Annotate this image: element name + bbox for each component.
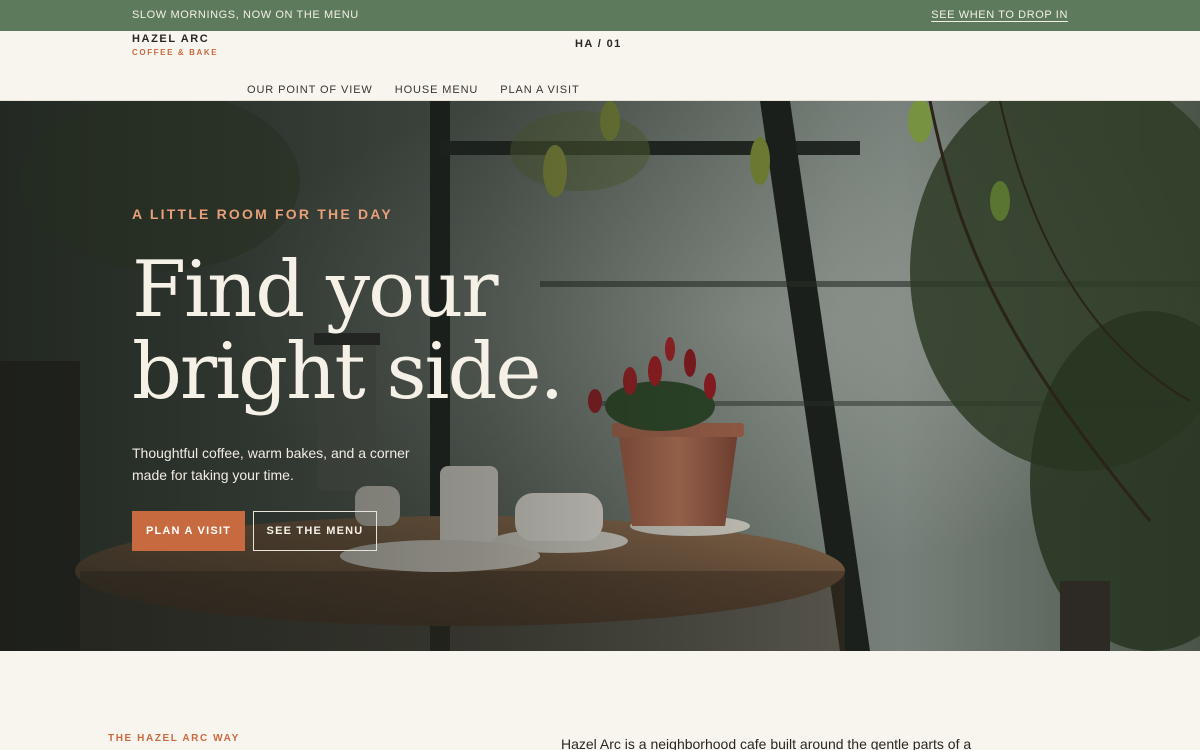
issue-label: HA / 01 — [575, 38, 622, 50]
hero-subtext: Thoughtful coffee, warm bakes, and a cor… — [132, 445, 410, 483]
announcement-message: SLOW MORNINGS, NOW ON THE MENU — [132, 9, 359, 21]
about-section: THE HAZEL ARC WAY Hazel Arc is a neighbo… — [0, 651, 1200, 750]
nav-item-house-menu[interactable]: HOUSE MENU — [395, 84, 479, 96]
nav-item-plan-a-visit[interactable]: PLAN A VISIT — [500, 84, 579, 96]
hero-headline: Find your bright side. — [132, 245, 564, 417]
nav-item-point-of-view[interactable]: OUR POINT OF VIEW — [247, 84, 373, 96]
see-the-menu-button[interactable]: SEE THE MENU — [253, 511, 377, 551]
drop-in-link[interactable]: SEE WHEN TO DROP IN — [931, 9, 1068, 21]
section-kicker: THE HAZEL ARC WAY — [108, 733, 240, 744]
site-header: HAZEL ARC COFFEE & BAKE HA / 01 OUR POIN… — [0, 31, 1200, 101]
plan-a-visit-button[interactable]: PLAN A VISIT — [132, 511, 245, 551]
announcement-bar: SLOW MORNINGS, NOW ON THE MENU SEE WHEN … — [0, 0, 1200, 31]
main-nav: OUR POINT OF VIEW HOUSE MENU PLAN A VISI… — [247, 84, 580, 96]
section-intro: Hazel Arc is a neighborhood cafe built a… — [561, 736, 972, 750]
brand-name[interactable]: HAZEL ARC — [132, 33, 209, 45]
hero-eyebrow: A LITTLE ROOM FOR THE DAY — [132, 206, 393, 222]
brand-tagline: COFFEE & BAKE — [132, 48, 219, 57]
hero: A LITTLE ROOM FOR THE DAY Find your brig… — [0, 101, 1200, 651]
